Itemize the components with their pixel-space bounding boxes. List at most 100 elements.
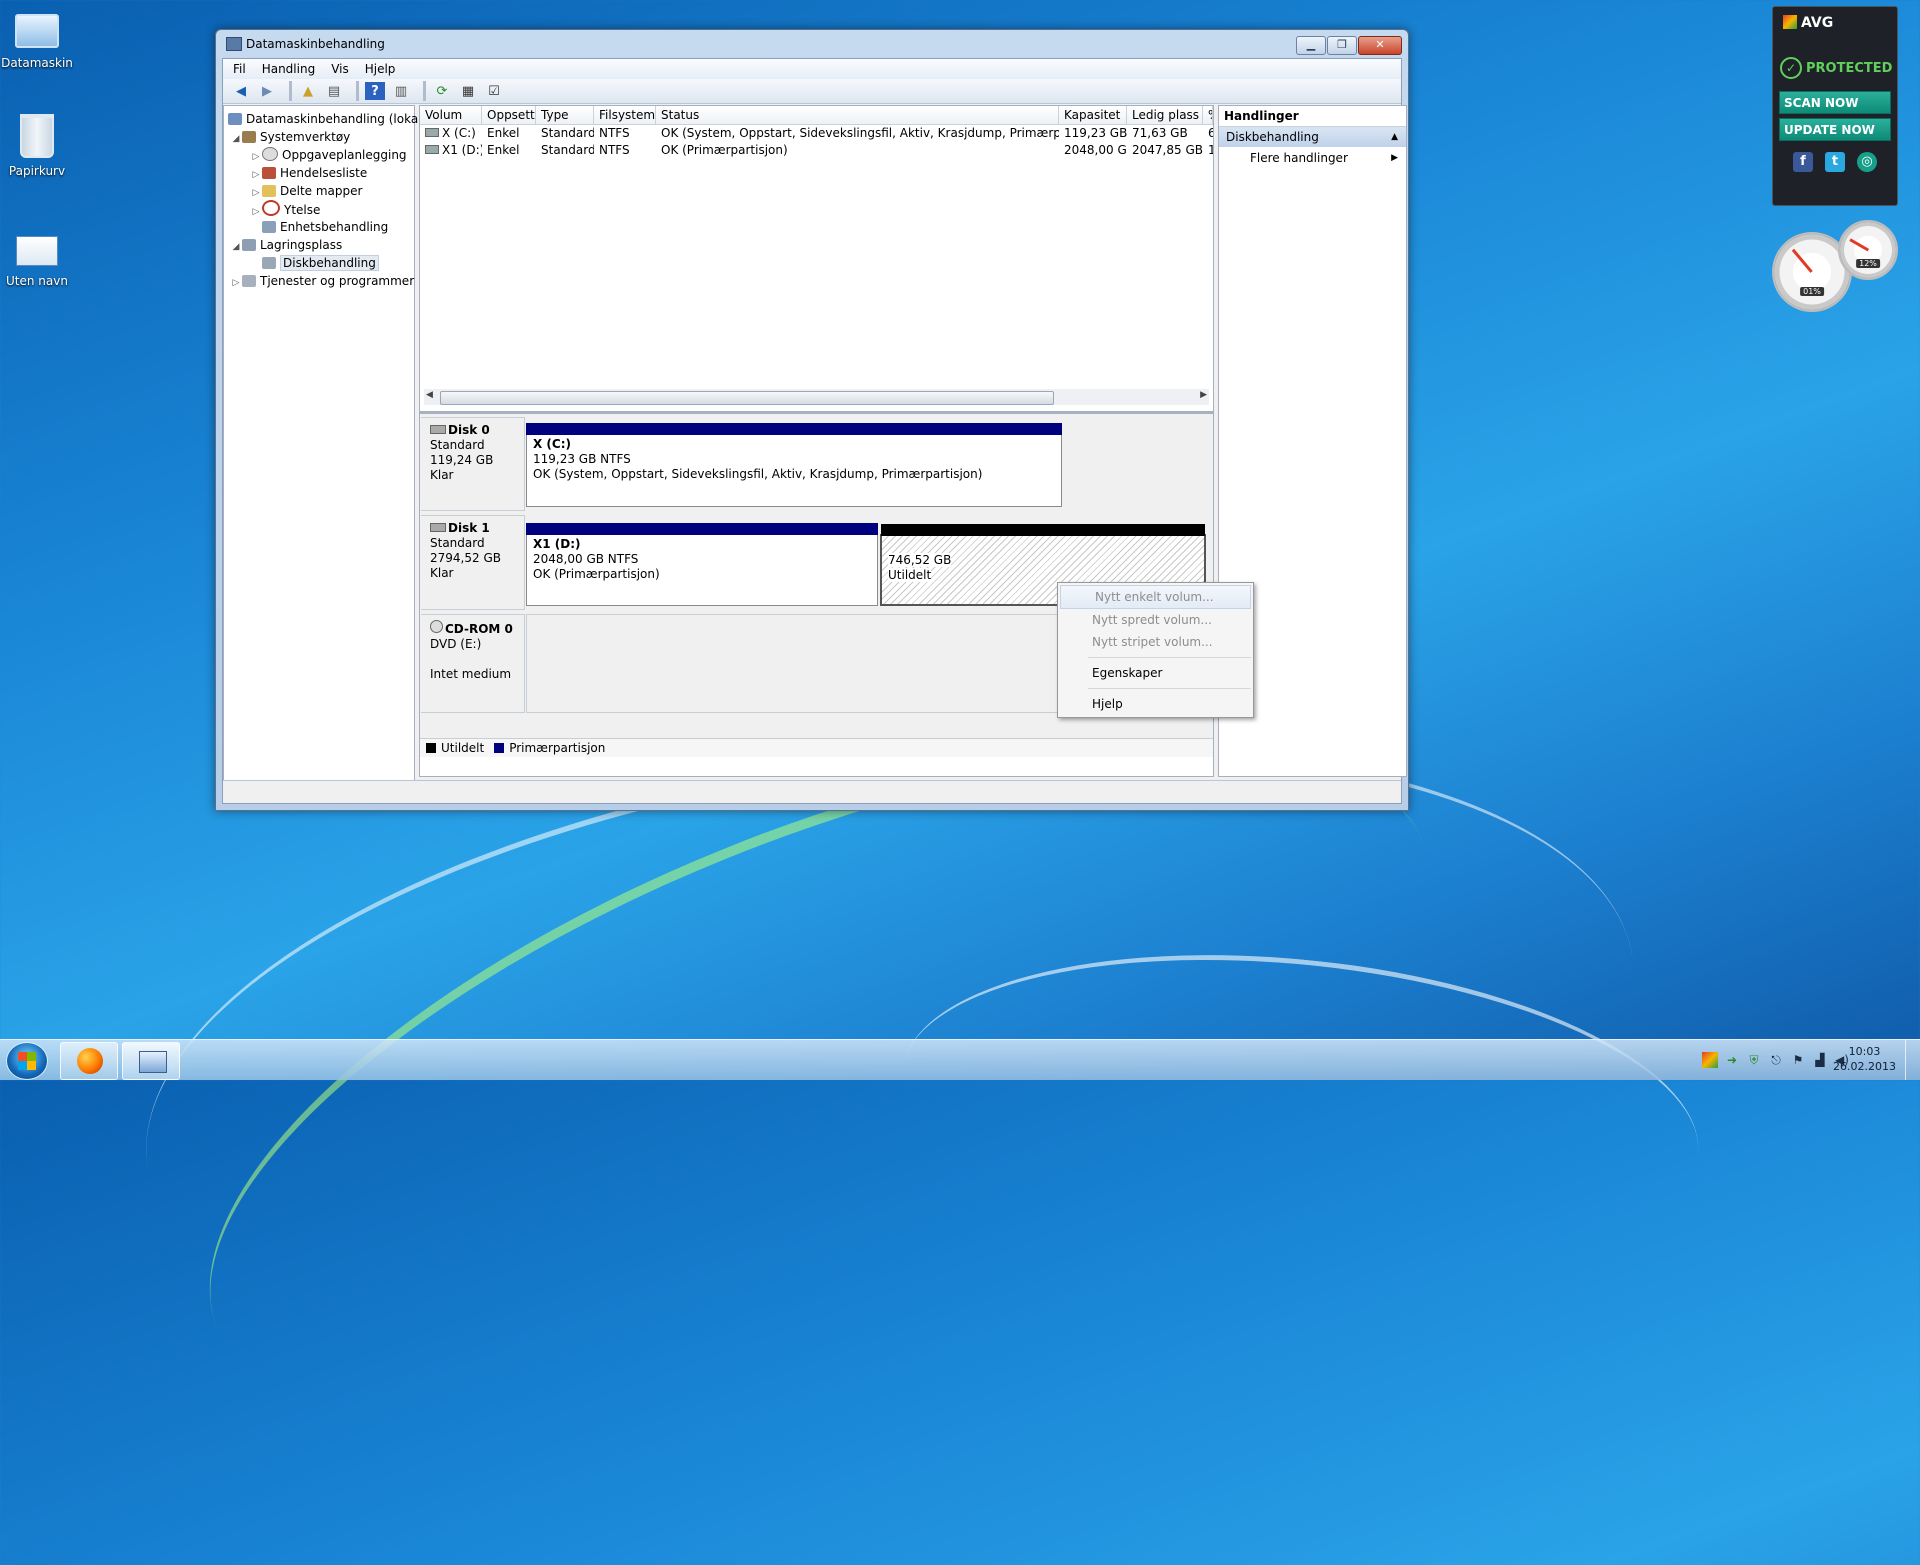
scroll-left-icon[interactable]: ◀ <box>426 390 433 400</box>
legend-label: Utildelt <box>441 741 485 755</box>
expand-icon[interactable]: ▷ <box>230 274 242 292</box>
title-bar[interactable]: Datamaskinbehandling ▁ ❐ ✕ <box>216 30 1408 56</box>
taskbar-firefox[interactable] <box>60 1042 118 1080</box>
disk-name: Disk 1 <box>448 521 490 535</box>
refresh-icon[interactable]: ⟳ <box>432 82 452 100</box>
legend: Utildelt Primærpartisjon <box>420 738 1213 757</box>
storage-icon <box>242 239 256 251</box>
scroll-right-icon[interactable]: ▶ <box>1200 390 1207 400</box>
horizontal-scrollbar[interactable]: ◀ ▶ <box>424 389 1209 405</box>
disk-type: Standard <box>430 438 485 452</box>
tree-item-label: Hendelsesliste <box>280 166 368 180</box>
menu-item-new-striped-volume[interactable]: Nytt stripet volum... <box>1058 631 1253 653</box>
volume-layout: Enkel <box>487 126 520 140</box>
volume-percent: 10 <box>1208 143 1213 157</box>
minimize-button[interactable]: ▁ <box>1296 36 1326 55</box>
update-now-button[interactable]: UPDATE NOW <box>1779 118 1891 141</box>
legend-swatch-primary <box>494 743 505 753</box>
column-header-free-space[interactable]: Ledig plass <box>1127 106 1203 124</box>
tree-item-services-applications[interactable]: ▷ Tjenester og programmer <box>224 272 415 292</box>
show-hide-tree-icon[interactable]: ▤ <box>324 82 344 100</box>
disk-1-label[interactable]: Disk 1 Standard 2794,52 GB Klar <box>421 515 525 610</box>
volume-type: Standard <box>541 143 594 157</box>
disk-0-label[interactable]: Disk 0 Standard 119,24 GB Klar <box>421 417 525 511</box>
action-more-actions[interactable]: Flere handlinger ▶ <box>1219 147 1406 169</box>
avg-status: ✓ PROTECTED <box>1780 57 1892 79</box>
twitter-icon[interactable]: t <box>1825 152 1845 172</box>
menu-file[interactable]: Fil <box>233 62 246 76</box>
tree-item-shared-folders[interactable]: ▷ Delte mapper <box>224 182 414 200</box>
column-header-layout[interactable]: Oppsett <box>482 106 536 124</box>
desktop-icon-untitled[interactable]: Uten navn <box>0 228 77 288</box>
menu-help[interactable]: Hjelp <box>365 62 396 76</box>
menu-item-new-spanned-volume[interactable]: Nytt spredt volum... <box>1058 609 1253 631</box>
menu-view[interactable]: Vis <box>331 62 349 76</box>
actions-header: Handlinger <box>1219 106 1406 127</box>
menu-item-help[interactable]: Hjelp <box>1058 693 1253 715</box>
usb-tray-icon[interactable]: ⎋ <box>1768 1052 1784 1068</box>
tree-item-task-scheduler[interactable]: ▷ Oppgaveplanlegging <box>224 146 414 164</box>
partition-c[interactable]: X (C:) 119,23 GB NTFS OK (System, Oppsta… <box>526 423 1062 507</box>
avg-community-icon[interactable]: ◎ <box>1857 152 1877 172</box>
actions-section-disk-management[interactable]: Diskbehandling ▲ <box>1219 127 1406 147</box>
tree-item-performance[interactable]: ▷ Ytelse <box>224 200 414 218</box>
event-log-icon <box>262 167 276 179</box>
menu-item-properties[interactable]: Egenskaper <box>1058 662 1253 684</box>
partition-d[interactable]: X1 (D:) 2048,00 GB NTFS OK (Primærpartis… <box>526 523 878 606</box>
disk-state: Klar <box>430 468 454 482</box>
tree-item-computer-management[interactable]: Datamaskinbehandling (lokal) <box>224 110 426 128</box>
toolbar-separator <box>289 81 292 101</box>
desktop-icon-computer[interactable]: Datamaskin <box>0 8 77 70</box>
disk-state: Intet medium <box>430 667 512 681</box>
column-header-volume[interactable]: Volum <box>420 106 482 124</box>
scan-now-button[interactable]: SCAN NOW <box>1779 91 1891 114</box>
shield-tray-icon[interactable]: ⛨ <box>1746 1052 1762 1068</box>
show-desktop-button[interactable] <box>1905 1040 1920 1080</box>
close-button[interactable]: ✕ <box>1358 36 1402 55</box>
show-hide-action-pane-icon[interactable]: ▥ <box>391 82 411 100</box>
avg-widget: AVG ✓ PROTECTED SCAN NOW UPDATE NOW f t ◎ <box>1772 6 1898 206</box>
avg-tray-icon[interactable] <box>1702 1052 1718 1068</box>
window-title: Datamaskinbehandling <box>246 37 385 51</box>
column-header-filesystem[interactable]: Filsystem <box>594 106 656 124</box>
collapse-up-icon[interactable]: ▲ <box>1391 127 1398 147</box>
partition-size: 119,23 GB NTFS <box>533 452 631 466</box>
properties-icon[interactable]: ▦ <box>458 82 478 100</box>
tree-item-storage[interactable]: ◢ Lagringsplass <box>224 236 414 254</box>
checklist-icon[interactable]: ☑ <box>484 82 504 100</box>
legend-label: Primærpartisjon <box>509 741 606 755</box>
tree-item-label: Ytelse <box>284 203 321 217</box>
volume-free-space: 2047,85 GB <box>1132 143 1203 157</box>
gauge-needle <box>1792 248 1814 273</box>
maximize-button[interactable]: ❐ <box>1327 36 1357 55</box>
help-icon[interactable]: ? <box>365 82 385 100</box>
taskbar-computer-management[interactable] <box>122 1042 180 1080</box>
tree-item-disk-management[interactable]: Diskbehandling <box>224 254 414 272</box>
desktop-icon-recycle-bin[interactable]: Papirkurv <box>0 112 77 178</box>
scrollbar-thumb[interactable] <box>440 391 1054 405</box>
table-row[interactable]: X (C:) Enkel Standard NTFS OK (System, O… <box>420 125 1213 142</box>
cdrom-0-label[interactable]: CD-ROM 0 DVD (E:) Intet medium <box>421 614 525 713</box>
column-header-percent[interactable]: % <box>1203 106 1213 124</box>
up-folder-icon[interactable]: ▲ <box>298 82 318 100</box>
flag-icon[interactable]: ⚑ <box>1790 1052 1806 1068</box>
column-header-type[interactable]: Type <box>536 106 594 124</box>
back-arrow-icon[interactable]: ◀ <box>231 82 251 100</box>
tree-item-event-viewer[interactable]: ▷ Hendelsesliste <box>224 164 414 182</box>
tree-item-device-manager[interactable]: Enhetsbehandling <box>224 218 414 236</box>
column-header-status[interactable]: Status <box>656 106 1059 124</box>
tree-item-label: Lagringsplass <box>260 238 343 252</box>
table-row[interactable]: X1 (D:) Enkel Standard NTFS OK (Primærpa… <box>420 142 1213 159</box>
column-header-capacity[interactable]: Kapasitet <box>1059 106 1127 124</box>
start-button[interactable] <box>6 1042 48 1080</box>
tree-item-system-tools[interactable]: ◢ Systemverktøy <box>224 128 414 146</box>
memory-gauge[interactable]: 12% <box>1838 220 1898 280</box>
menu-action[interactable]: Handling <box>262 62 316 76</box>
facebook-icon[interactable]: f <box>1793 152 1813 172</box>
arrow-tray-icon[interactable]: ➜ <box>1724 1052 1740 1068</box>
clock[interactable]: 10:03 26.02.2013 <box>1833 1044 1896 1074</box>
partition-bar <box>881 524 1205 536</box>
forward-arrow-icon[interactable]: ▶ <box>257 82 277 100</box>
menu-item-new-simple-volume[interactable]: Nytt enkelt volum... <box>1060 585 1251 609</box>
network-icon[interactable]: ▟ <box>1812 1052 1828 1068</box>
